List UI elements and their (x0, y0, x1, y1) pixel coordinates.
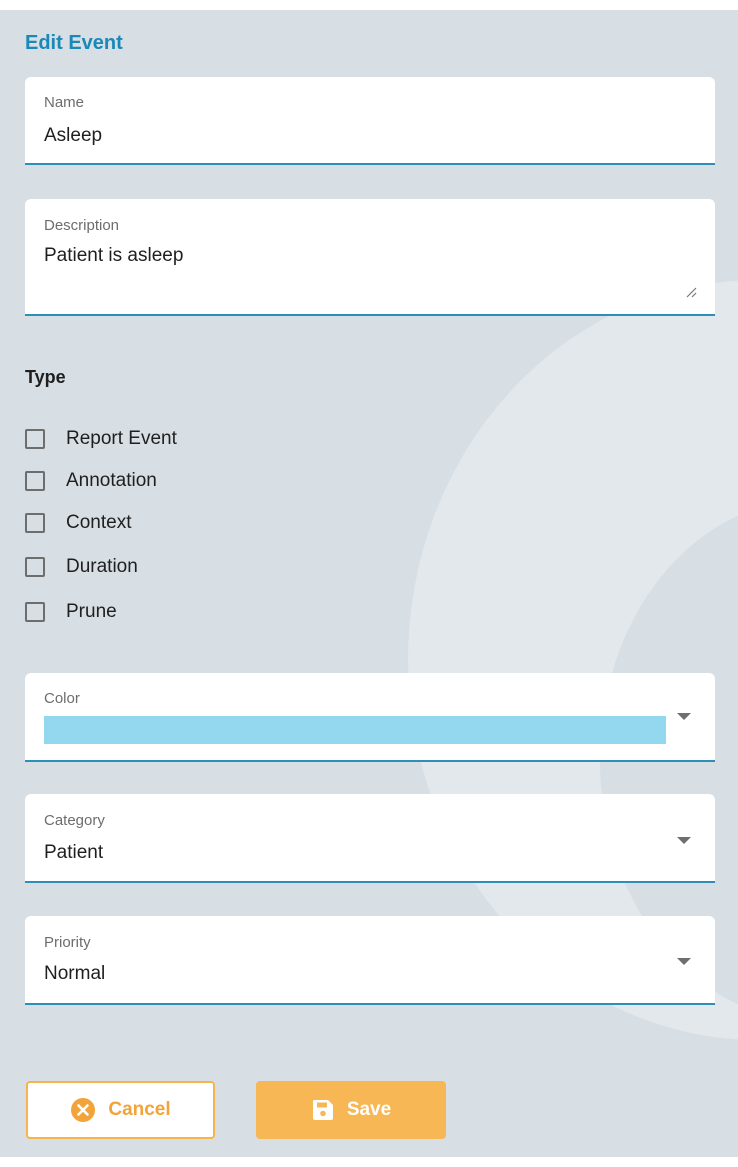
description-textarea[interactable]: Patient is asleep (44, 245, 183, 267)
checkbox-label: Prune (66, 601, 117, 622)
name-field[interactable]: Name Asleep (25, 77, 715, 165)
name-label: Name (44, 94, 85, 111)
checkbox-icon[interactable] (25, 513, 45, 533)
name-input[interactable]: Asleep (44, 125, 102, 147)
cancel-button[interactable]: Cancel (26, 1081, 215, 1139)
priority-label: Priority (44, 934, 91, 951)
color-select[interactable]: Color (25, 673, 715, 762)
chevron-down-icon[interactable] (677, 958, 691, 965)
chevron-down-icon[interactable] (677, 837, 691, 844)
category-label: Category (44, 812, 105, 829)
checkbox-label: Duration (66, 556, 138, 577)
checkbox-label: Annotation (66, 470, 157, 491)
category-value: Patient (44, 842, 104, 863)
category-select[interactable]: Category Patient (25, 794, 715, 883)
resize-handle-icon[interactable] (685, 286, 697, 298)
priority-value: Normal (44, 963, 106, 984)
chevron-down-icon[interactable] (677, 713, 691, 720)
checkbox-icon[interactable] (25, 471, 45, 491)
save-label: Save (346, 1099, 392, 1120)
color-swatch (44, 716, 666, 744)
type-heading: Type (25, 367, 66, 387)
cancel-label: Cancel (108, 1099, 171, 1120)
x-circle-icon (70, 1097, 96, 1123)
checkbox-icon[interactable] (25, 557, 45, 577)
checkbox-label: Context (66, 512, 132, 533)
save-button[interactable]: Save (256, 1081, 446, 1139)
edit-event-panel: Edit Event Name Asleep Description Patie… (0, 10, 738, 1157)
description-field[interactable]: Description Patient is asleep (25, 199, 715, 316)
color-label: Color (44, 690, 80, 707)
checkbox-icon[interactable] (25, 602, 45, 622)
checkbox-icon[interactable] (25, 429, 45, 449)
priority-select[interactable]: Priority Normal (25, 916, 715, 1005)
checkbox-annotation[interactable]: Annotation (25, 470, 157, 492)
page-title: Edit Event (25, 32, 123, 54)
description-label: Description (44, 217, 120, 234)
checkbox-label: Report Event (66, 428, 177, 449)
checkbox-prune[interactable]: Prune (25, 601, 117, 623)
checkbox-context[interactable]: Context (25, 512, 131, 534)
checkbox-report-event[interactable]: Report Event (25, 428, 177, 450)
floppy-disk-icon (311, 1098, 335, 1122)
checkbox-duration[interactable]: Duration (25, 556, 138, 578)
